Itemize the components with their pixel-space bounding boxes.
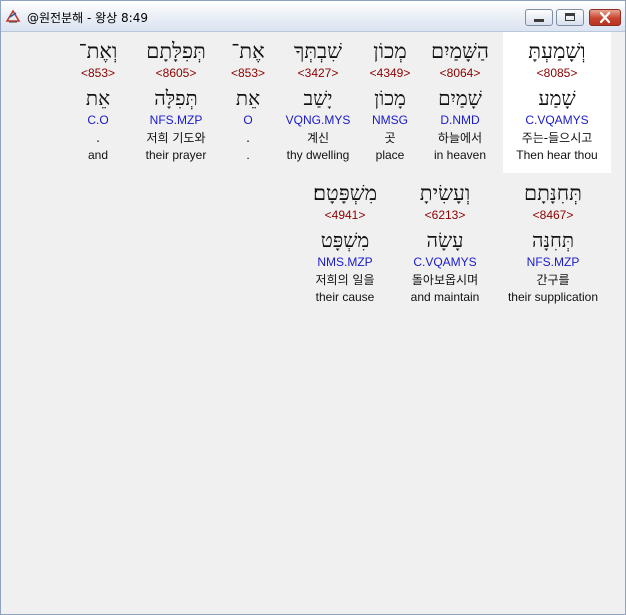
strong-number[interactable]: <853> bbox=[36, 64, 160, 82]
word-cell[interactable]: מִשְׁפָּטָם׃ <4941> מִשְׁפָּט NMS.MZP 저희… bbox=[283, 178, 407, 306]
hebrew-lemma: תְּחִנָּה bbox=[531, 228, 575, 252]
app-window: @원전분해 - 왕상 8:49 וְשָׁמַעְתָּ <8085> שָׁמ… bbox=[0, 0, 626, 615]
morphology-code: NMS.MZP bbox=[317, 255, 373, 269]
morphology-code: NFS.MZP bbox=[526, 255, 580, 269]
close-button[interactable] bbox=[589, 9, 621, 26]
hebrew-word: וְאֶת־ bbox=[78, 39, 118, 63]
hebrew-word: מִשְׁפָּטָם׃ bbox=[312, 181, 378, 205]
hebrew-lemma: מִשְׁפָּט bbox=[320, 228, 370, 252]
morphology-code: C.O bbox=[87, 113, 109, 127]
english-gloss: and bbox=[87, 148, 109, 162]
window-title: @원전분해 - 왕상 8:49 bbox=[27, 11, 148, 25]
hebrew-word: תְּחִנָּתָם bbox=[524, 181, 582, 205]
close-icon bbox=[599, 11, 611, 24]
maximize-button[interactable] bbox=[556, 9, 584, 26]
interlinear-view: וְשָׁמַעְתָּ <8085> שָׁמַע C.VQAMYS 주는-들… bbox=[1, 32, 625, 614]
maximize-icon bbox=[565, 13, 575, 21]
korean-gloss: 저희의 일을 bbox=[315, 273, 375, 287]
strong-number[interactable]: <8467> bbox=[491, 206, 615, 224]
app-icon[interactable] bbox=[5, 8, 21, 24]
strong-number[interactable]: <4941> bbox=[283, 206, 407, 224]
english-gloss: their cause bbox=[315, 290, 375, 304]
korean-gloss: . bbox=[96, 131, 100, 145]
minimize-icon bbox=[534, 19, 544, 22]
korean-gloss: 간구를 bbox=[536, 273, 570, 287]
word-cell[interactable]: תְּחִנָּתָם <8467> תְּחִנָּה NFS.MZP 간구를… bbox=[491, 178, 615, 306]
word-cell[interactable]: וְאֶת־ <853> אֵת C.O . and bbox=[36, 36, 160, 164]
title-bar[interactable]: @원전분해 - 왕상 8:49 bbox=[1, 1, 625, 32]
english-gloss: their supplication bbox=[507, 290, 599, 304]
minimize-button[interactable] bbox=[525, 9, 553, 26]
hebrew-lemma: אֵת bbox=[85, 86, 111, 110]
